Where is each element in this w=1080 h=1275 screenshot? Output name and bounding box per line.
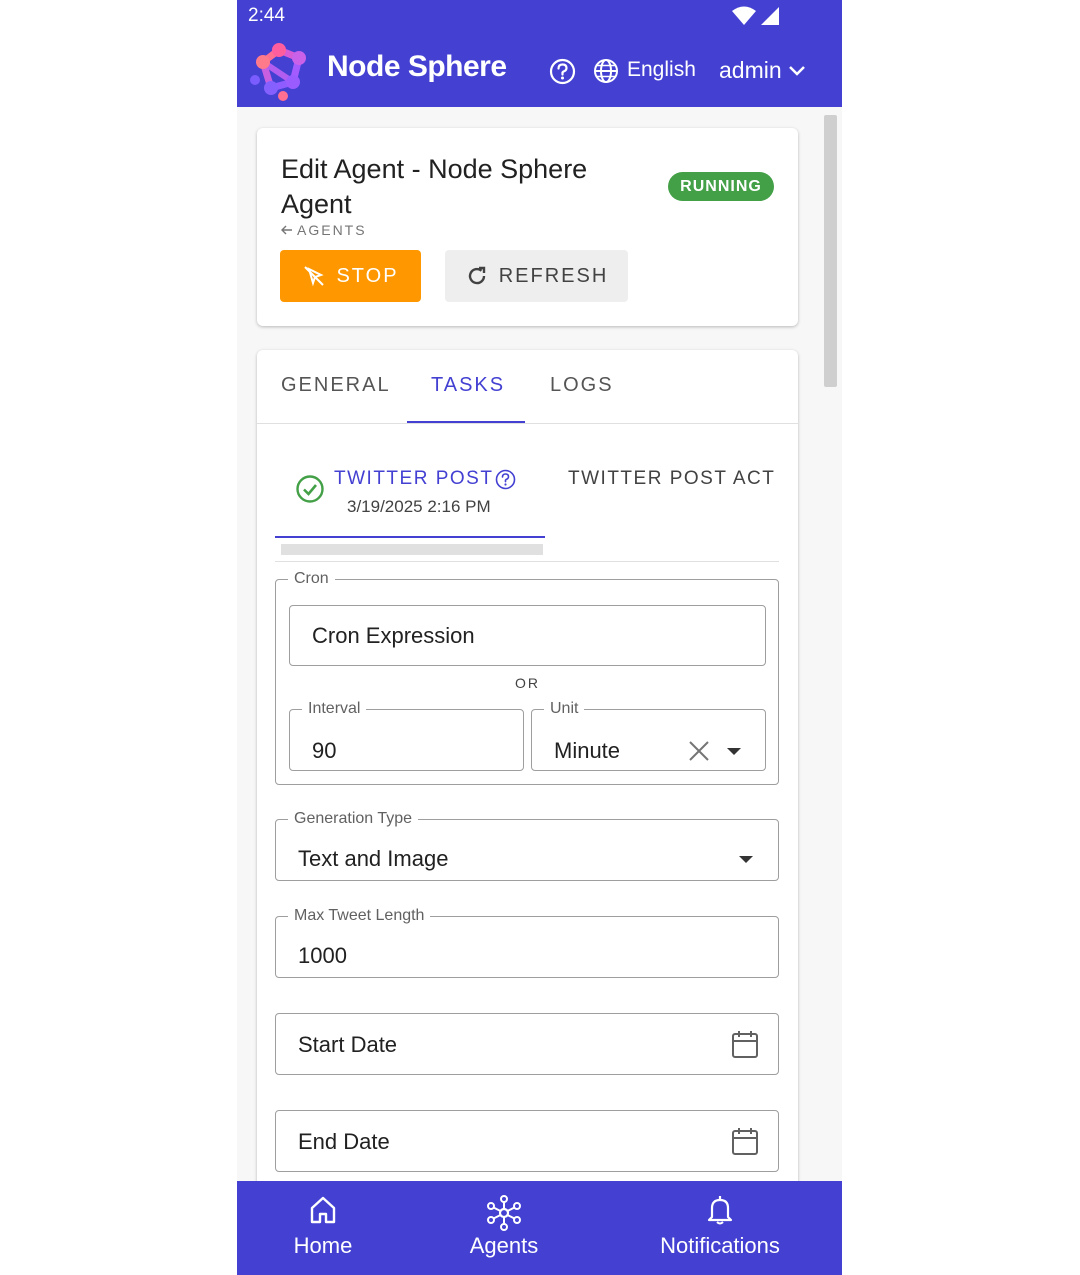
unit-label: Unit bbox=[550, 700, 579, 717]
back-link[interactable]: AGENTS bbox=[281, 222, 367, 238]
nav-notifications-label: Notifications bbox=[660, 1233, 780, 1258]
agent-tabs-card: GENERAL TASKS LOGS TWITTER POST 3/19/202… bbox=[257, 350, 798, 1200]
interval-input[interactable]: Interval 90 bbox=[289, 700, 524, 771]
tab-logs[interactable]: LOGS bbox=[550, 374, 614, 397]
nav-home-label: Home bbox=[293, 1233, 353, 1258]
back-link-label: AGENTS bbox=[297, 222, 367, 238]
nav-agents[interactable]: Agents bbox=[454, 1181, 554, 1275]
refresh-button-label: REFRESH bbox=[498, 264, 609, 287]
chevron-down-icon bbox=[788, 65, 805, 76]
refresh-button[interactable]: REFRESH bbox=[445, 250, 628, 302]
tab-scroll-bar[interactable] bbox=[281, 544, 543, 555]
nav-notifications[interactable]: Notifications bbox=[645, 1181, 795, 1275]
task-tab-label-text: TWITTER POST bbox=[334, 468, 494, 489]
refresh-icon bbox=[468, 266, 485, 285]
globe-icon[interactable] bbox=[593, 58, 619, 84]
active-task-indicator bbox=[275, 536, 545, 538]
node-sphere-logo-icon bbox=[250, 43, 306, 101]
bottom-navigation: Home Agents Notifications bbox=[237, 1181, 842, 1275]
or-separator: OR bbox=[515, 675, 540, 691]
task-tab-date: 3/19/2025 2:16 PM bbox=[347, 497, 491, 516]
cursor-off-icon bbox=[304, 266, 325, 287]
start-date-input[interactable]: Start Date bbox=[275, 1013, 779, 1075]
cron-expression-placeholder: Cron Expression bbox=[312, 623, 475, 648]
agents-network-icon bbox=[487, 1195, 521, 1231]
language-selector[interactable]: English bbox=[627, 58, 696, 82]
task-tabs: TWITTER POST 3/19/2025 2:16 PM TWITTER P… bbox=[275, 450, 779, 562]
status-badge: RUNNING bbox=[668, 172, 774, 201]
user-name: admin bbox=[719, 57, 782, 83]
tab-tasks[interactable]: TASKS bbox=[431, 374, 505, 397]
task-tab-twitter-post-act[interactable]: TWITTER POST ACT bbox=[568, 468, 779, 490]
tab-bar: GENERAL TASKS LOGS bbox=[257, 350, 798, 424]
task-tab-twitter-post[interactable]: TWITTER POST 3/19/2025 2:16 PM bbox=[275, 450, 545, 555]
generation-type-label: Generation Type bbox=[294, 810, 413, 827]
max-tweet-length-value: 1000 bbox=[298, 943, 347, 968]
end-date-placeholder: End Date bbox=[298, 1129, 390, 1154]
brand-name: Node Sphere bbox=[327, 50, 507, 83]
page-title: Edit Agent - Node Sphere Agent bbox=[281, 154, 588, 219]
stop-button[interactable]: STOP bbox=[280, 250, 421, 302]
cron-expression-input[interactable]: Cron Expression bbox=[289, 605, 766, 666]
stop-button-label: STOP bbox=[336, 264, 399, 287]
generation-type-value: Text and Image bbox=[298, 846, 449, 871]
check-circle-icon bbox=[296, 475, 324, 503]
interval-label: Interval bbox=[308, 700, 361, 717]
cron-legend: Cron bbox=[294, 570, 329, 587]
calendar-icon[interactable] bbox=[731, 1029, 759, 1059]
calendar-icon[interactable] bbox=[731, 1126, 759, 1156]
task-tab-label: TWITTER POST bbox=[334, 468, 516, 490]
unit-select[interactable]: Unit Minute bbox=[531, 700, 766, 771]
interval-value: 90 bbox=[312, 738, 337, 763]
help-icon[interactable] bbox=[549, 58, 576, 85]
nav-home[interactable]: Home bbox=[273, 1181, 373, 1275]
status-time: 2:44 bbox=[248, 5, 285, 26]
nav-agents-label: Agents bbox=[469, 1233, 539, 1258]
signal-icon bbox=[761, 7, 779, 25]
max-tweet-length-label: Max Tweet Length bbox=[294, 907, 425, 924]
wifi-icon bbox=[732, 6, 756, 25]
caret-down-icon[interactable] bbox=[739, 856, 753, 863]
phone-screen: 2:44 Node Sphere English admin Edit Agen… bbox=[237, 0, 842, 1275]
end-date-input[interactable]: End Date bbox=[275, 1110, 779, 1172]
user-menu[interactable]: admin bbox=[719, 57, 806, 84]
help-circle-icon[interactable] bbox=[495, 469, 516, 490]
active-tab-indicator bbox=[407, 421, 525, 423]
agent-header-card: Edit Agent - Node Sphere Agent RUNNING A… bbox=[257, 128, 798, 326]
generation-type-select[interactable]: Generation Type Text and Image bbox=[275, 810, 779, 881]
status-icons bbox=[732, 6, 780, 26]
clear-icon[interactable] bbox=[688, 740, 710, 762]
max-tweet-length-input[interactable]: Max Tweet Length 1000 bbox=[275, 907, 779, 978]
tab-general[interactable]: GENERAL bbox=[281, 374, 391, 397]
app-bar: 2:44 Node Sphere English admin bbox=[237, 0, 842, 107]
bell-icon bbox=[707, 1196, 733, 1225]
arrow-left-icon bbox=[281, 225, 292, 235]
caret-down-icon[interactable] bbox=[727, 748, 741, 755]
start-date-placeholder: Start Date bbox=[298, 1032, 398, 1057]
scrollbar[interactable] bbox=[824, 115, 837, 387]
home-icon bbox=[310, 1196, 336, 1224]
unit-value: Minute bbox=[554, 738, 621, 763]
